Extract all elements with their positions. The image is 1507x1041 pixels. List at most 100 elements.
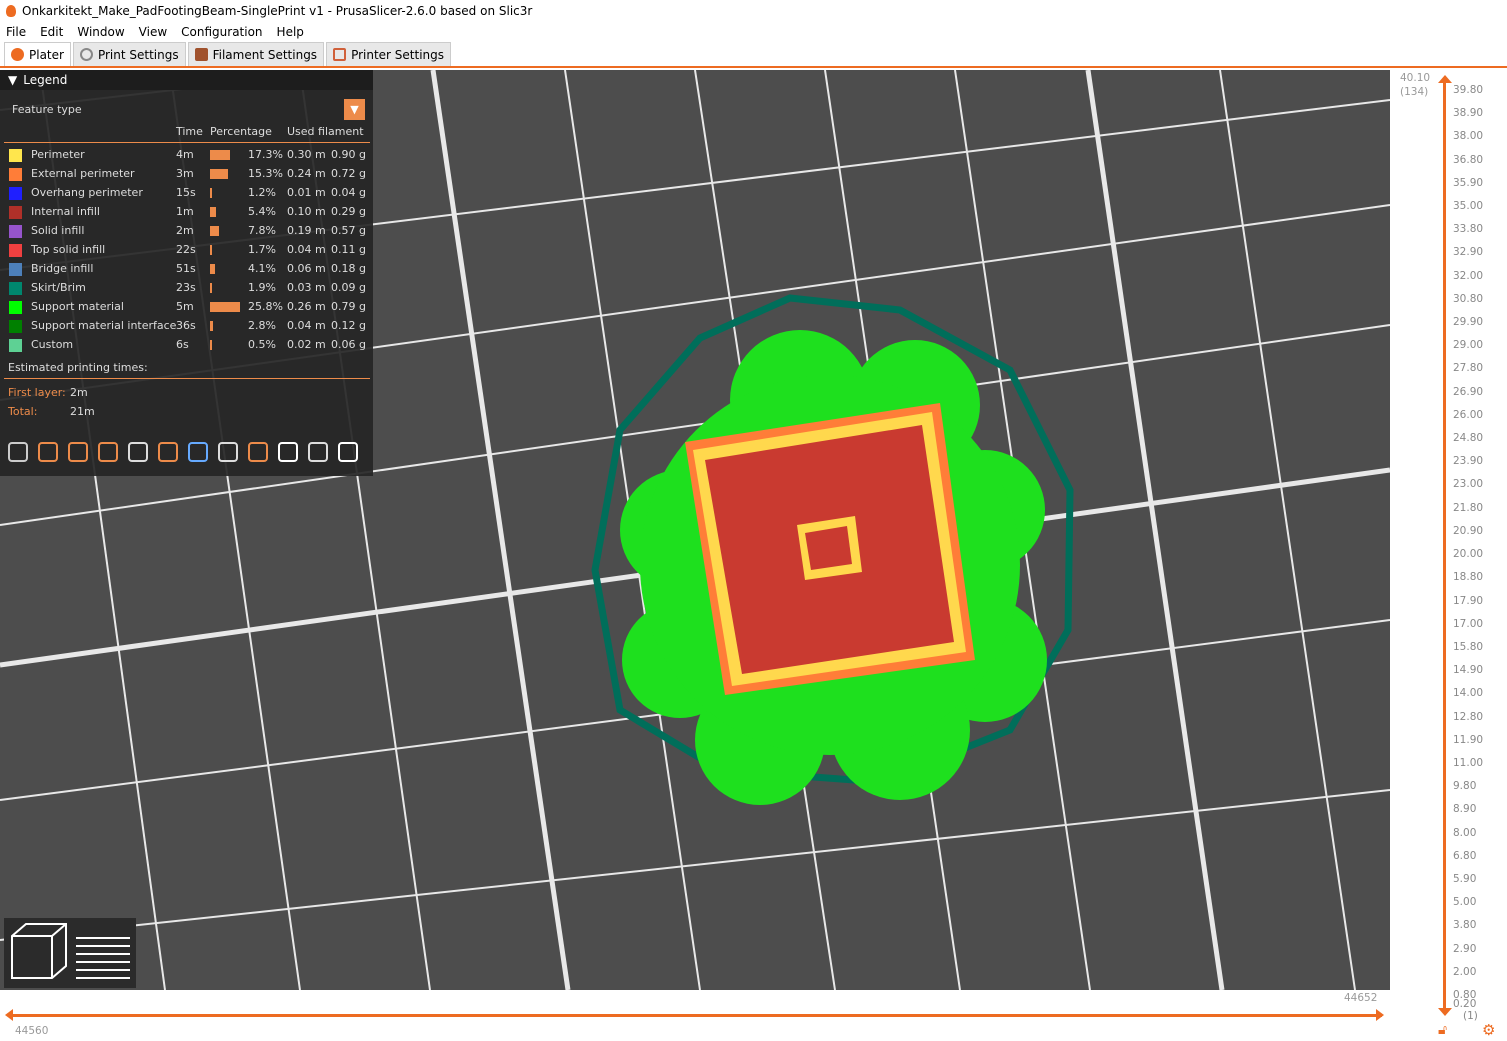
item-label: Bridge infill: [31, 262, 94, 275]
item-time: 36s: [176, 319, 196, 332]
divider: [4, 142, 370, 143]
menu-file[interactable]: File: [6, 25, 26, 39]
model-layer: [685, 403, 975, 695]
shells-icon[interactable]: [308, 442, 328, 462]
layer-view-button[interactable]: [70, 918, 136, 988]
color-swatch: [9, 244, 22, 257]
layer-tick-label: 20.90: [1453, 524, 1484, 537]
layer-tick-label: 15.80: [1453, 640, 1484, 653]
percentage-bar: [210, 226, 219, 236]
item-length: 0.19 m: [287, 224, 326, 237]
left-thumb[interactable]: [5, 1009, 13, 1021]
item-label: Top solid infill: [31, 243, 106, 256]
layer-tick-label: 27.80: [1453, 362, 1484, 375]
item-time: 51s: [176, 262, 196, 275]
seams-icon[interactable]: [128, 442, 148, 462]
total-time: 21m: [70, 405, 95, 418]
bottom-thumb[interactable]: [1438, 1008, 1452, 1016]
menu-window[interactable]: Window: [77, 25, 124, 39]
color-changes-icon[interactable]: [188, 442, 208, 462]
menu-edit[interactable]: Edit: [40, 25, 63, 39]
item-weight: 0.57 g: [331, 224, 366, 237]
color-swatch: [9, 282, 22, 295]
first-layer-time: 2m: [70, 386, 88, 399]
tab-printer-settings[interactable]: Printer Settings: [326, 42, 452, 66]
layer-tick-label: 35.00: [1453, 200, 1484, 213]
item-weight: 0.90 g: [331, 148, 366, 161]
pause-prints-icon[interactable]: [218, 442, 238, 462]
view-type-dropdown-button[interactable]: ▼: [344, 99, 365, 120]
color-swatch: [9, 339, 22, 352]
item-length: 0.03 m: [287, 281, 326, 294]
legend-header[interactable]: ▼ Legend: [0, 70, 373, 90]
layer-tick-label: 5.90: [1453, 872, 1477, 885]
tab-bar: Plater Print Settings Filament Settings …: [0, 42, 1507, 68]
item-time: 5m: [176, 300, 194, 313]
tool-marker-icon[interactable]: [338, 442, 358, 462]
legend-item[interactable]: Skirt/Brim 23s 1.9% 0.03 m 0.09 g: [0, 279, 373, 298]
legend-item[interactable]: Solid infill 2m 7.8% 0.19 m 0.57 g: [0, 222, 373, 241]
estimated-times-label: Estimated printing times:: [8, 361, 148, 374]
retractions-icon[interactable]: [68, 442, 88, 462]
layer-tick-label: 18.80: [1453, 571, 1484, 584]
legend-item[interactable]: Custom 6s 0.5% 0.02 m 0.06 g: [0, 336, 373, 355]
item-length: 0.02 m: [287, 338, 326, 351]
layer-tick-label: 5.00: [1453, 896, 1477, 909]
tool-changes-icon[interactable]: [158, 442, 178, 462]
divider: [4, 378, 370, 379]
column-time: Time: [176, 125, 203, 138]
top-thumb[interactable]: [1438, 75, 1452, 83]
layer-tick-label: 21.80: [1453, 501, 1484, 514]
right-thumb[interactable]: [1376, 1009, 1384, 1021]
legend-item[interactable]: Support material 5m 25.8% 0.26 m 0.79 g: [0, 298, 373, 317]
left-value: 44560: [15, 1025, 49, 1037]
percentage-bar: [210, 188, 212, 198]
gear-icon: [79, 48, 93, 61]
legend-item[interactable]: Overhang perimeter 15s 1.2% 0.01 m 0.04 …: [0, 184, 373, 203]
travel-icon[interactable]: [8, 442, 28, 462]
layer-tick-label: 8.00: [1453, 826, 1477, 839]
menu-view[interactable]: View: [139, 25, 167, 39]
layer-tick-label: 38.90: [1453, 107, 1484, 120]
item-label: Perimeter: [31, 148, 85, 161]
item-percent: 1.7%: [248, 243, 276, 256]
layer-tick-label: 20.00: [1453, 548, 1484, 561]
legend-item[interactable]: Bridge infill 51s 4.1% 0.06 m 0.18 g: [0, 260, 373, 279]
item-length: 0.06 m: [287, 262, 326, 275]
3d-view-button[interactable]: [4, 918, 70, 988]
first-layer-label: First layer:: [8, 386, 66, 399]
color-swatch: [9, 206, 22, 219]
legend-title: Legend: [23, 73, 68, 87]
item-percent: 25.8%: [248, 300, 283, 313]
lock-icon[interactable]: 🔓︎: [1438, 1022, 1447, 1038]
cog-icon[interactable]: ⚙: [1482, 1021, 1495, 1039]
item-weight: 0.18 g: [331, 262, 366, 275]
legend-item[interactable]: Internal infill 1m 5.4% 0.10 m 0.29 g: [0, 203, 373, 222]
tab-print-settings[interactable]: Print Settings: [72, 42, 186, 66]
tab-filament-settings[interactable]: Filament Settings: [187, 42, 325, 66]
deretractions-icon[interactable]: [98, 442, 118, 462]
menu-help[interactable]: Help: [277, 25, 304, 39]
layer-tick-label: 30.80: [1453, 292, 1484, 305]
legend-item[interactable]: Top solid infill 22s 1.7% 0.04 m 0.11 g: [0, 241, 373, 260]
wipe-icon[interactable]: [38, 442, 58, 462]
tab-plater[interactable]: Plater: [4, 42, 71, 66]
menu-configuration[interactable]: Configuration: [181, 25, 262, 39]
center-of-gravity-icon[interactable]: [278, 442, 298, 462]
percentage-bar: [210, 169, 228, 179]
tab-label: Filament Settings: [212, 47, 318, 62]
column-percentage: Percentage: [210, 125, 272, 138]
layer-tick-label: 11.90: [1453, 733, 1484, 746]
item-length: 0.01 m: [287, 186, 326, 199]
vertical-layer-slider[interactable]: 40.10 (134) 39.80 38.90 38.00 36.80 35.90 35.…: [1390, 70, 1507, 1041]
layer-tick-label: 32.00: [1453, 269, 1484, 282]
color-swatch: [9, 149, 22, 162]
legend-item[interactable]: External perimeter 3m 15.3% 0.24 m 0.72 …: [0, 165, 373, 184]
custom-gcodes-icon[interactable]: [248, 442, 268, 462]
layer-tick-label: 11.00: [1453, 756, 1484, 769]
legend-item[interactable]: Perimeter 4m 17.3% 0.30 m 0.90 g: [0, 146, 373, 165]
legend-item[interactable]: Support material interface 36s 2.8% 0.04…: [0, 317, 373, 336]
layer-tick-label: 12.80: [1453, 710, 1484, 723]
horizontal-move-slider[interactable]: 44652 44560: [0, 990, 1390, 1041]
layer-tick-label: 29.00: [1453, 339, 1484, 352]
